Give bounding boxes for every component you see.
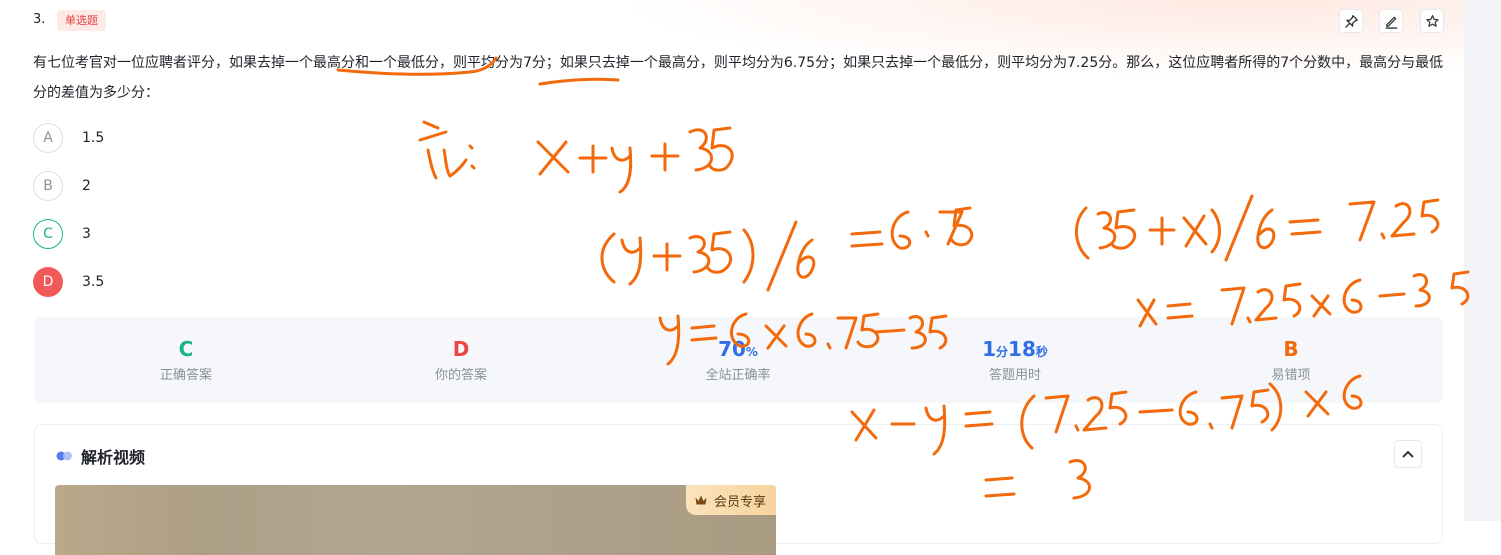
your-answer-value: D (452, 337, 470, 361)
option-letter: B (33, 171, 63, 201)
common-wrong-label: 易错项 (1271, 368, 1311, 383)
option-letter: D (33, 267, 63, 297)
edit-icon (1385, 16, 1397, 29)
pin-button[interactable] (1339, 9, 1363, 33)
accuracy-unit: % (745, 345, 758, 359)
vip-badge-label: 会员专享 (713, 494, 766, 510)
vip-badge: 会员专享 (685, 485, 776, 515)
option-text: 3 (82, 226, 91, 242)
note-button[interactable] (1379, 9, 1403, 33)
stat-your-answer: D 你的答案 (361, 336, 561, 383)
crown-icon (695, 495, 707, 505)
your-answer-label: 你的答案 (434, 368, 487, 383)
option-text: 1.5 (82, 130, 105, 146)
time-minutes-unit: 分 (996, 345, 1009, 359)
stat-time: 1分18秒 答题用时 (915, 336, 1115, 383)
time-seconds: 18 (1008, 337, 1036, 361)
time-value: 1分18秒 (915, 336, 1115, 362)
answer-stats-panel: C 正确答案 D 你的答案 70% 全站正确率 1分18秒 答题用时 B 易错项 (34, 317, 1443, 403)
stat-correct-answer: C 正确答案 (86, 336, 286, 383)
video-thumbnail[interactable]: 会员专享 (55, 485, 776, 555)
stat-common-wrong: B 易错项 (1191, 336, 1391, 383)
analysis-video-card: 解析视频 会员专享 (34, 424, 1443, 555)
question-number: 3. (33, 12, 46, 27)
right-edge-panel (1464, 0, 1501, 521)
accuracy-label: 全站正确率 (705, 368, 771, 383)
option-letter: A (33, 123, 63, 153)
question-type-tag: 单选题 (57, 10, 106, 31)
accuracy-number: 70 (718, 337, 746, 361)
star-icon (1425, 14, 1439, 27)
option-text: 2 (82, 178, 91, 194)
correct-answer-value: C (178, 337, 194, 361)
chevron-up-icon (1402, 451, 1414, 458)
option-b[interactable]: B 2 (33, 170, 91, 202)
option-letter: C (33, 219, 63, 249)
correct-answer-label: 正确答案 (159, 368, 212, 383)
option-d[interactable]: D 3.5 (33, 266, 104, 298)
option-c[interactable]: C 3 (33, 218, 91, 250)
pin-icon (1344, 14, 1358, 28)
time-label: 答题用时 (988, 368, 1041, 383)
accuracy-value: 70% (638, 336, 838, 362)
stat-accuracy: 70% 全站正确率 (638, 336, 838, 383)
collapse-button[interactable] (1394, 440, 1422, 468)
video-section-title: 解析视频 (81, 448, 146, 467)
option-a[interactable]: A 1.5 (33, 122, 104, 154)
common-wrong-value: B (1283, 337, 1299, 361)
video-section-icon (56, 451, 72, 461)
favorite-button[interactable] (1420, 9, 1444, 33)
time-minutes: 1 (982, 337, 997, 361)
option-text: 3.5 (82, 274, 105, 290)
time-seconds-unit: 秒 (1035, 345, 1048, 359)
question-stem: 有七位考官对一位应聘者评分，如果去掉一个最高分和一个最低分，则平均分为7分；如果… (33, 55, 1444, 101)
question-page: 3. 单选题 有七位考官对一位应聘者评分，如果去掉一个最高分和一个最低分，则平均… (0, 0, 1464, 555)
